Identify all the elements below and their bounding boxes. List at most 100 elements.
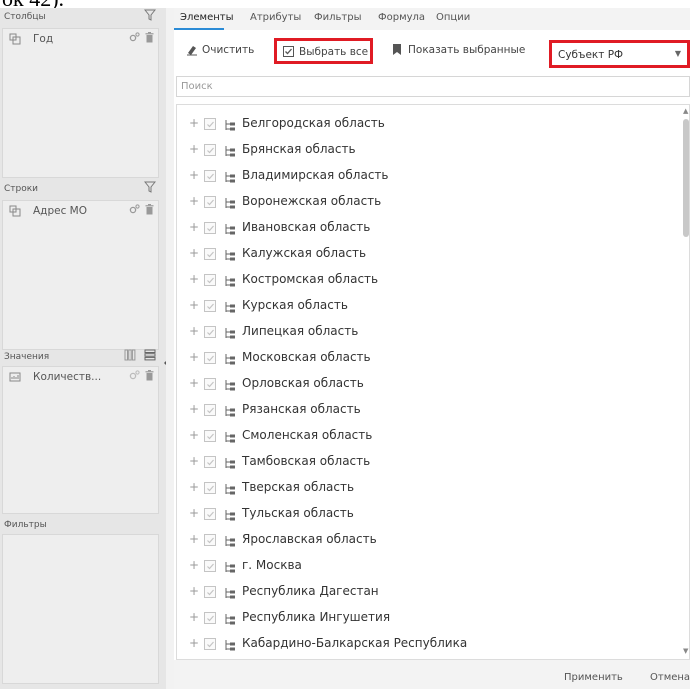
hierarchy-icon [224, 637, 236, 656]
item-checkbox[interactable] [204, 326, 216, 338]
expand-icon[interactable]: + [189, 272, 199, 286]
item-checkbox[interactable] [204, 482, 216, 494]
item-checkbox[interactable] [204, 638, 216, 650]
item-checkbox[interactable] [204, 274, 216, 286]
item-checkbox[interactable] [204, 378, 216, 390]
item-checkbox[interactable] [204, 170, 216, 182]
list-item[interactable]: + Смоленская область [177, 423, 677, 449]
expand-icon[interactable]: + [189, 402, 199, 416]
settings-icon[interactable] [129, 32, 140, 46]
expand-icon[interactable]: + [189, 168, 199, 182]
field-chip-year[interactable]: Год [3, 29, 158, 51]
list-item[interactable]: + Рязанская область [177, 397, 677, 423]
expand-icon[interactable]: + [189, 454, 199, 468]
list-item[interactable]: + Ивановская область [177, 215, 677, 241]
list-item[interactable]: + Воронежская область [177, 189, 677, 215]
list-item[interactable]: + Липецкая область [177, 319, 677, 345]
item-checkbox[interactable] [204, 196, 216, 208]
cancel-button[interactable]: Отмена [650, 672, 690, 683]
list-item[interactable]: + Калужская область [177, 241, 677, 267]
list-item[interactable]: + Белгородская область [177, 111, 677, 137]
list-item[interactable]: + Тверская область [177, 475, 677, 501]
list-item[interactable]: + Московская область [177, 345, 677, 371]
item-checkbox[interactable] [204, 430, 216, 442]
filter-icon[interactable] [143, 181, 157, 196]
columns-drop-zone[interactable]: Год [2, 28, 159, 178]
tab-elements[interactable]: Элементы [180, 12, 233, 23]
clear-button[interactable]: Очистить [186, 40, 266, 62]
list-item[interactable]: + г. Москва [177, 553, 677, 579]
expand-icon[interactable]: + [189, 194, 199, 208]
expand-icon[interactable]: + [189, 532, 199, 546]
list-item[interactable]: + Курская область [177, 293, 677, 319]
show-selected-button[interactable]: Показать выбранные [392, 40, 532, 62]
list-item[interactable]: + Тамбовская область [177, 449, 677, 475]
list-item[interactable]: + Орловская область [177, 371, 677, 397]
item-checkbox[interactable] [204, 456, 216, 468]
scroll-up-icon[interactable]: ▲ [683, 107, 688, 115]
item-checkbox[interactable] [204, 300, 216, 312]
search-input[interactable] [177, 77, 689, 96]
scroll-down-icon[interactable]: ▼ [683, 647, 688, 655]
hierarchy-icon [224, 611, 236, 630]
tab-formula[interactable]: Формула [378, 12, 425, 23]
apply-button[interactable]: Применить [564, 672, 623, 683]
list-item[interactable]: + Тульская область [177, 501, 677, 527]
expand-icon[interactable]: + [189, 558, 199, 572]
item-checkbox[interactable] [204, 508, 216, 520]
expand-icon[interactable]: + [189, 246, 199, 260]
expand-icon[interactable]: + [189, 506, 199, 520]
vertical-scrollbar[interactable]: ▲ ▼ [683, 105, 689, 659]
dimension-select[interactable]: Субъект РФ ▼ [549, 40, 690, 68]
tab-options[interactable]: Опции [436, 12, 470, 23]
list-item[interactable]: + Брянская область [177, 137, 677, 163]
expand-icon[interactable]: + [189, 350, 199, 364]
expand-icon[interactable]: + [189, 480, 199, 494]
values-drop-zone[interactable]: Количеств... [2, 366, 159, 514]
filters-drop-zone[interactable] [2, 534, 159, 684]
scrollbar-thumb[interactable] [683, 119, 689, 237]
item-checkbox[interactable] [204, 248, 216, 260]
item-checkbox[interactable] [204, 586, 216, 598]
expand-icon[interactable]: + [189, 376, 199, 390]
trash-icon[interactable] [145, 32, 154, 46]
item-checkbox[interactable] [204, 144, 216, 156]
expand-icon[interactable]: + [189, 298, 199, 312]
select-all-button[interactable]: Выбрать все [274, 38, 373, 64]
rows-layout-icon[interactable] [144, 349, 156, 364]
list-item[interactable]: + Республика Дагестан [177, 579, 677, 605]
item-checkbox[interactable] [204, 612, 216, 624]
expand-icon[interactable]: + [189, 610, 199, 624]
list-item[interactable]: + Кабардино-Балкарская Республика [177, 631, 677, 657]
columns-layout-icon[interactable] [124, 349, 136, 364]
expand-icon[interactable]: + [189, 636, 199, 650]
list-item[interactable]: + Владимирская область [177, 163, 677, 189]
item-checkbox[interactable] [204, 534, 216, 546]
tab-filters[interactable]: Фильтры [314, 12, 361, 23]
item-checkbox[interactable] [204, 222, 216, 234]
settings-icon[interactable] [129, 370, 140, 384]
list-item[interactable]: + Республика Ингушетия [177, 605, 677, 631]
rows-drop-zone[interactable]: Адрес МО [2, 200, 159, 350]
item-checkbox[interactable] [204, 118, 216, 130]
list-item[interactable]: + Костромская область [177, 267, 677, 293]
list-item[interactable]: + Ярославская область [177, 527, 677, 553]
search-box[interactable] [176, 76, 690, 97]
filter-icon[interactable] [143, 9, 157, 24]
field-chip-count[interactable]: Количеств... [3, 367, 158, 389]
expand-icon[interactable]: + [189, 142, 199, 156]
expand-icon[interactable]: + [189, 220, 199, 234]
expand-icon[interactable]: + [189, 584, 199, 598]
settings-icon[interactable] [129, 204, 140, 218]
expand-icon[interactable]: + [189, 324, 199, 338]
item-checkbox[interactable] [204, 352, 216, 364]
item-checkbox[interactable] [204, 404, 216, 416]
item-checkbox[interactable] [204, 560, 216, 572]
trash-icon[interactable] [145, 204, 154, 218]
field-chip-address[interactable]: Адрес МО [3, 201, 158, 223]
expand-icon[interactable]: + [189, 428, 199, 442]
expand-icon[interactable]: + [189, 116, 199, 130]
tab-attributes[interactable]: Атрибуты [250, 12, 301, 23]
panel-divider[interactable] [166, 8, 174, 689]
trash-icon[interactable] [145, 370, 154, 384]
